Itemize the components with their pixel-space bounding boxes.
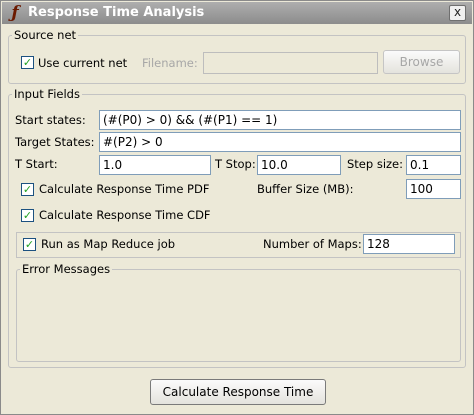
t-stop-label: T Stop: (215, 157, 256, 171)
buffer-size-field[interactable]: 100 (406, 179, 461, 199)
t-stop-field[interactable]: 10.0 (257, 155, 341, 175)
calc-cdf-label[interactable]: Calculate Response Time CDF (39, 207, 211, 223)
checkmark-icon: ✓ (24, 238, 35, 251)
step-size-label: Step size: (347, 157, 404, 171)
window-title: Response Time Analysis (28, 5, 205, 20)
calculate-response-time-button[interactable]: Calculate Response Time (150, 379, 326, 405)
calc-pdf-checkbox[interactable]: ✓ (21, 183, 34, 196)
target-states-label: Target States: (15, 135, 95, 149)
filename-label: Filename: (142, 56, 198, 70)
source-net-legend: Source net (14, 28, 77, 42)
t-start-label: T Start: (15, 157, 58, 171)
error-messages-legend: Error Messages (22, 262, 111, 276)
calc-cdf-checkbox[interactable]: ✓ (21, 209, 34, 222)
use-current-net-label[interactable]: Use current net (38, 55, 127, 71)
map-reduce-checkbox[interactable]: ✓ (23, 238, 36, 251)
error-messages-text (21, 281, 456, 357)
num-maps-label: Number of Maps: (263, 237, 362, 251)
close-icon: x (453, 5, 462, 19)
use-current-net-checkbox[interactable]: ✓ (21, 56, 34, 69)
start-states-label: Start states: (15, 113, 86, 127)
response-time-analysis-window: ƒ Response Time Analysis x Source net ✓ … (0, 0, 474, 415)
petri-net-logo-icon: ƒ (11, 3, 19, 23)
checkmark-icon: ✓ (22, 209, 33, 222)
input-fields-legend: Input Fields (14, 87, 80, 101)
browse-button[interactable]: Browse (383, 50, 460, 74)
filename-field[interactable] (203, 52, 378, 74)
start-states-field[interactable]: (#(P0) > 0) && (#(P1) == 1) (99, 110, 461, 130)
close-button[interactable]: x (449, 5, 466, 21)
title-bar[interactable]: ƒ Response Time Analysis x (2, 2, 472, 24)
checkmark-icon: ✓ (22, 183, 33, 196)
checkmark-icon: ✓ (22, 56, 33, 69)
buffer-size-label: Buffer Size (MB): (257, 182, 354, 196)
step-size-field[interactable]: 0.1 (406, 155, 461, 175)
target-states-field[interactable]: #(P2) > 0 (99, 132, 461, 152)
num-maps-field[interactable]: 128 (363, 234, 455, 254)
t-start-field[interactable]: 1.0 (99, 155, 211, 175)
calc-pdf-label[interactable]: Calculate Response Time PDF (39, 181, 209, 197)
map-reduce-label[interactable]: Run as Map Reduce job (41, 236, 175, 252)
